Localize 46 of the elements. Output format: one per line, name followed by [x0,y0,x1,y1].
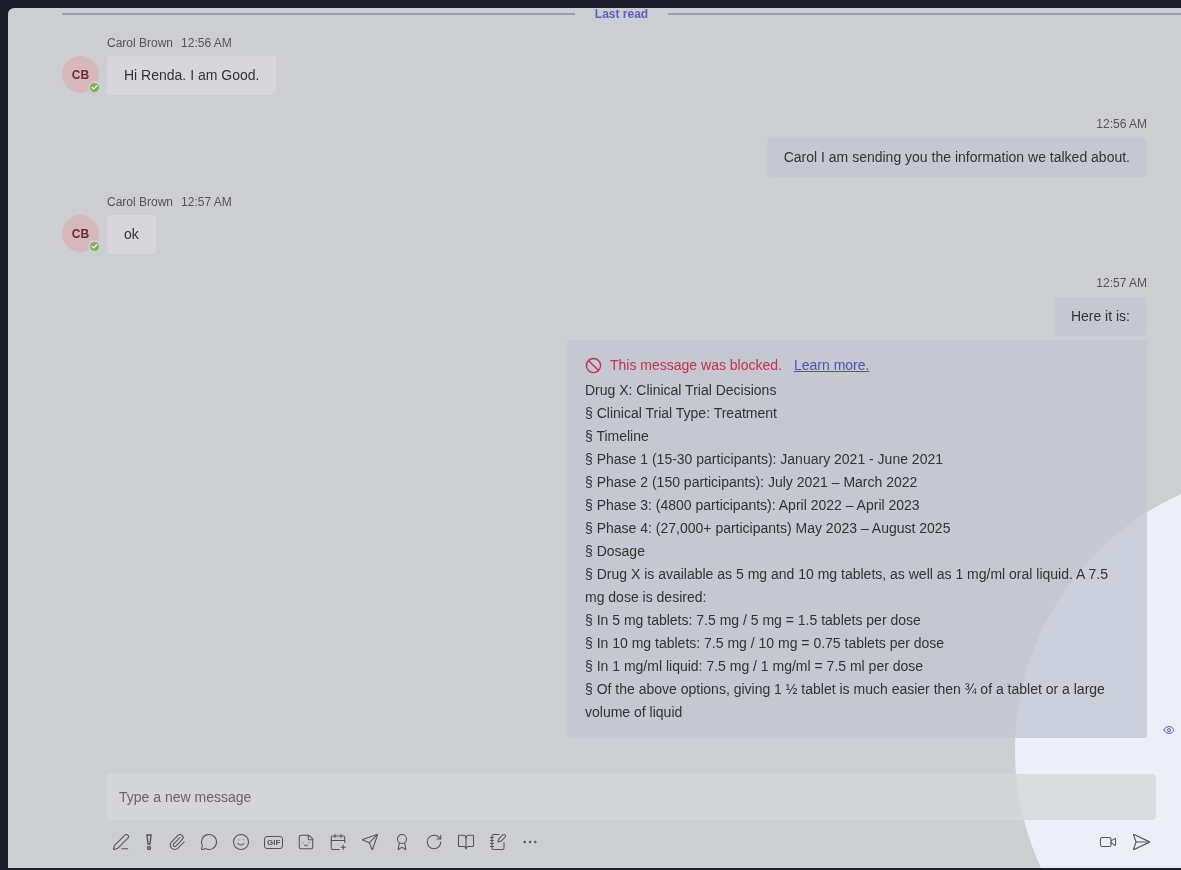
notes-icon[interactable] [489,833,508,851]
chat-bubble-icon[interactable] [200,833,218,851]
message-bubble: Hi Renda. I am Good. [107,56,277,95]
send-icon[interactable] [1131,832,1151,852]
message-time: 12:56 AM [181,35,232,52]
blocked-icon [585,357,602,374]
paperclip-icon[interactable] [168,833,186,851]
message-line: § In 10 mg tablets: 7.5 mg / 10 mg = 0.75 tablets per dose [585,634,946,653]
message-line: § Phase 4: (27,000+ participants) May 2023 – August 2025 [585,519,952,538]
message-bubble: Carol I am sending you the information we talked about. [766,138,1147,177]
message-time: 12:57 AM [1096,275,1147,292]
calendar-plus-icon[interactable] [329,833,348,851]
priority-icon[interactable] [144,833,154,851]
message-line: § Drug X is available as 5 mg and 10 mg tablets, as well as 1 mg/ml oral liquid. A 7.5 mg dose is desired: [585,565,1109,607]
message-bubble: ok [107,215,156,254]
message-line: Drug X: Clinical Trial Decisions [585,381,778,400]
book-icon[interactable] [457,833,476,851]
message-line: § Phase 3: (4800 participants): April 2022 – April 2023 [585,496,921,515]
smiley-icon[interactable] [232,833,250,851]
message-line: § In 5 mg tablets: 7.5 mg / 5 mg = 1.5 tablets per dose [585,611,922,630]
message-line: § Phase 2 (150 participants): July 2021 – March 2022 [585,473,919,492]
message-bubble: Here it is: [1053,297,1147,336]
message-line: § In 1 mg/ml liquid: 7.5 mg / 1 mg/ml = 7.5 ml per dose [585,657,925,676]
sticker-icon[interactable] [297,833,316,851]
available-status-icon [88,240,101,253]
message-line: § Timeline [585,427,650,446]
sender-name: Carol Brown [107,194,174,211]
message-line: § Of the above options, giving 1 ½ tablet is much easier then ¾ of a tablet or a large volume of liquid [585,680,1106,722]
sender-name: Carol Brown [107,35,174,52]
message-line: § Phase 1 (15-30 participants): January 2021 - June 2021 [585,450,944,469]
send-outline-icon[interactable] [361,833,380,851]
message-time: 12:57 AM [181,194,232,211]
learn-more-link[interactable]: Learn more. [793,354,870,377]
read-receipt-icon [1163,724,1175,736]
message-line: § Clinical Trial Type: Treatment [585,404,778,423]
last-read-label: Last read [594,8,649,23]
avatar: CB [62,215,99,252]
blocked-notice: This message was blocked. [610,356,782,375]
message-time: 12:56 AM [1096,116,1147,133]
avatar: CB [62,56,99,93]
refresh-icon[interactable] [425,833,444,851]
format-icon[interactable] [112,833,130,851]
message-line: § Dosage [585,542,646,561]
gif-icon[interactable]: GIF [264,835,284,849]
message-input[interactable]: Type a new message [106,774,1156,820]
available-status-icon [88,81,101,94]
